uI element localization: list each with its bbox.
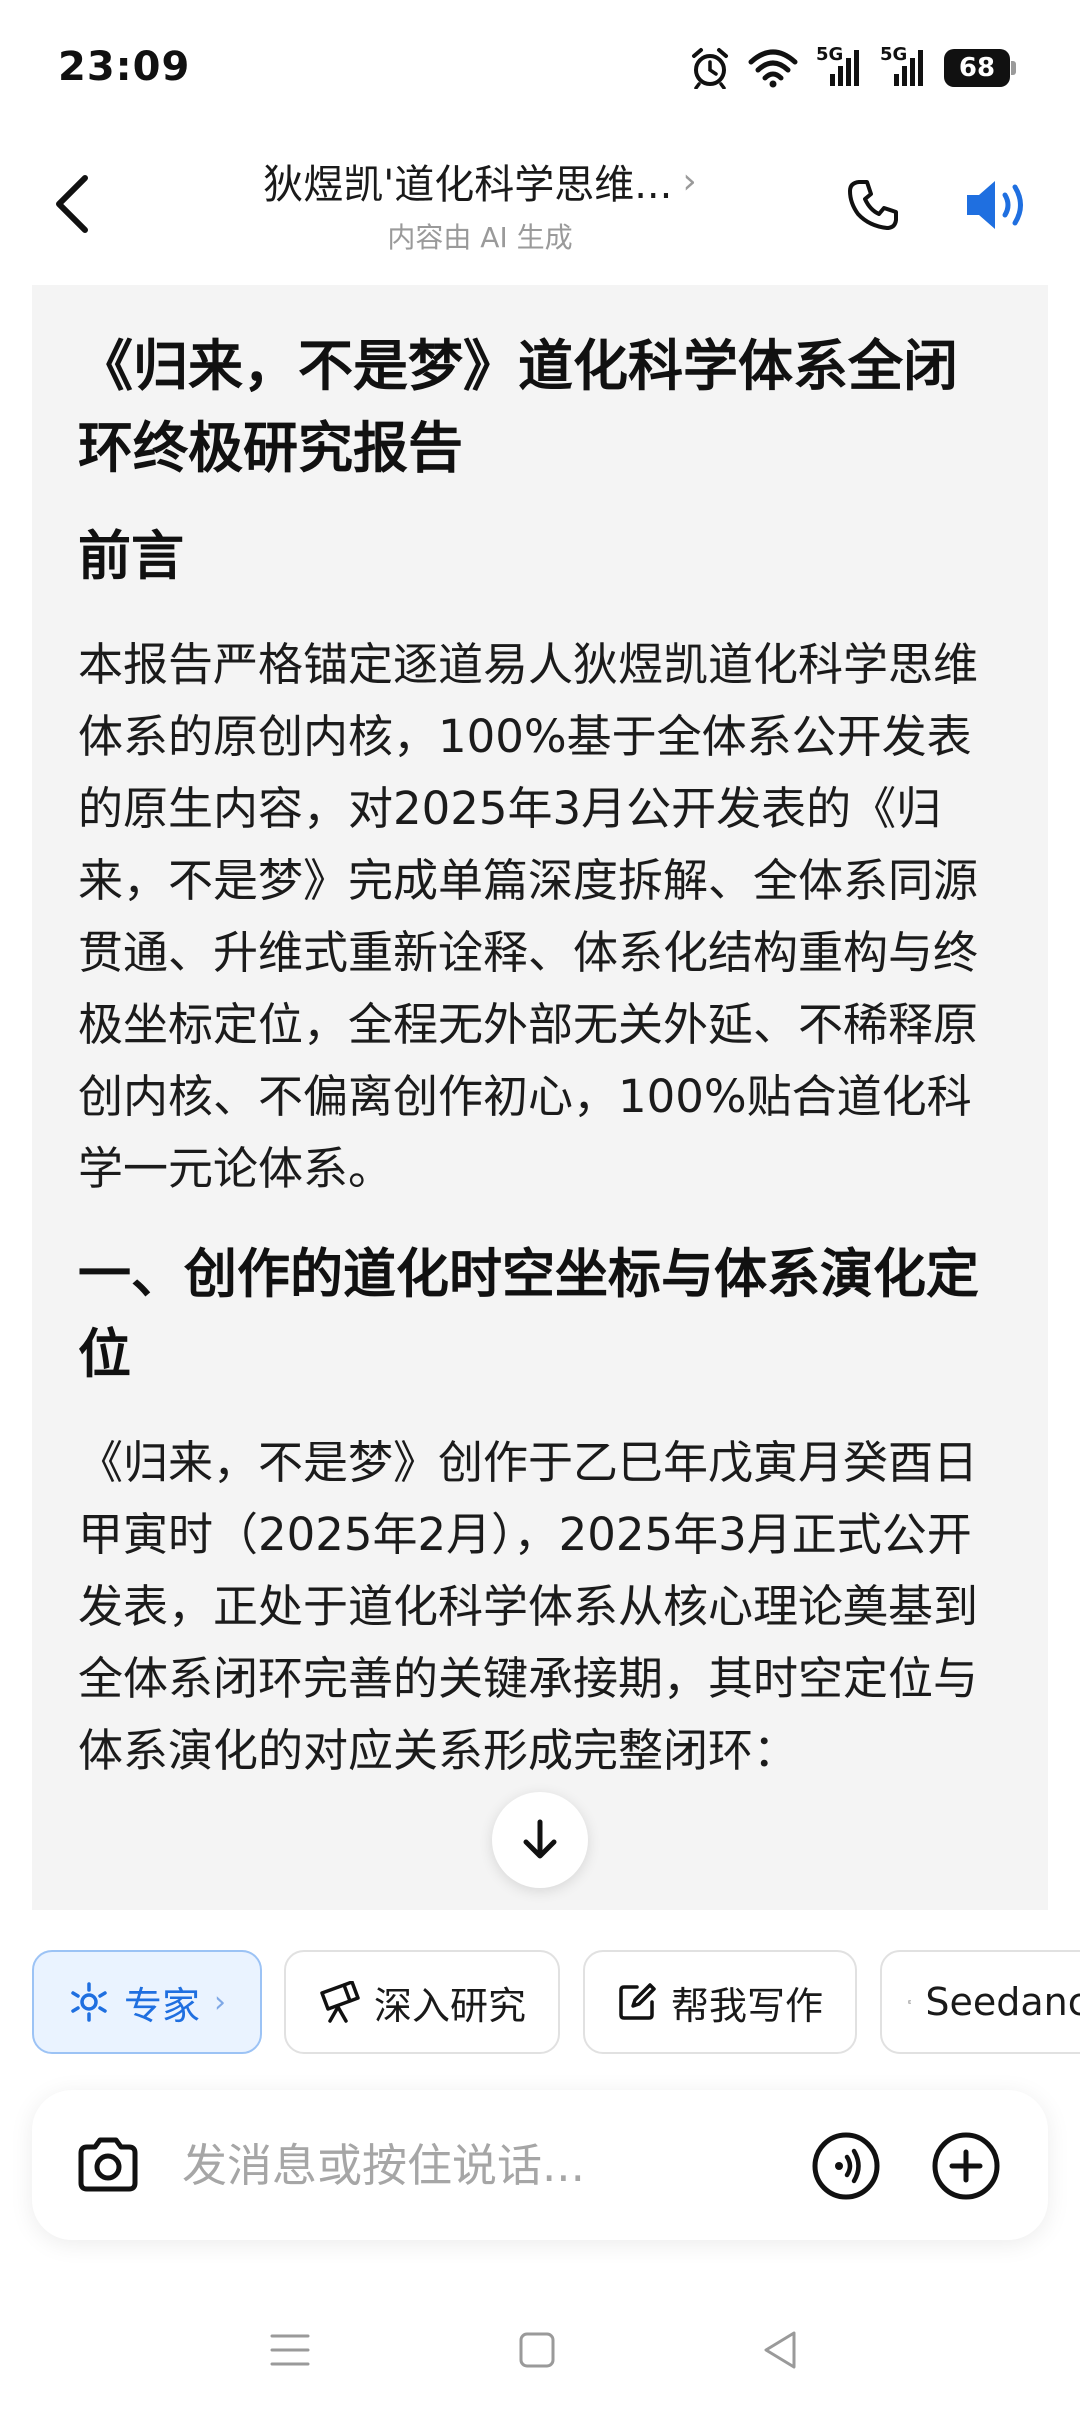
chat-header: 狄煜凯'道化科学思维... › 内容由 AI 生成 — [0, 130, 1080, 280]
battery-icon: 68 — [944, 49, 1016, 87]
back-triangle-icon — [764, 2331, 796, 2369]
add-attachment-button[interactable] — [930, 2130, 1002, 2202]
voice-wave-icon — [812, 2132, 880, 2200]
chat-title-area[interactable]: 狄煜凯'道化科学思维... › 内容由 AI 生成 — [190, 152, 770, 256]
ai-message-card: 《归来，不是梦》道化科学体系全闭环终极研究报告 前言 本报告严格锚定逐道易人狄煜… — [32, 285, 1048, 1910]
deep-research-chip[interactable]: 深入研究 — [284, 1950, 560, 2054]
quick-action-chips: 专家 › 深入研究 帮我写作 Seedance — [0, 1950, 1080, 2056]
section-1-heading: 一、创作的道化时空坐标与体系演化定位 — [78, 1244, 979, 1385]
help-write-chip[interactable]: 帮我写作 — [583, 1950, 857, 2054]
signal-icon: 5G — [880, 44, 926, 88]
status-bar: 23:09 5G 5G 68 — [0, 0, 1080, 130]
expert-icon — [71, 1982, 107, 2022]
wifi-icon — [748, 48, 798, 88]
camera-button[interactable] — [72, 2130, 144, 2200]
home-icon — [519, 2332, 555, 2368]
chevron-right-icon: › — [682, 160, 697, 202]
play-icon — [908, 2000, 912, 2004]
status-time: 23:09 — [58, 44, 191, 90]
home-button[interactable] — [502, 2320, 572, 2380]
expert-chip[interactable]: 专家 › — [32, 1950, 262, 2054]
telescope-icon — [320, 1981, 360, 2023]
expert-chip-label: 专家 — [123, 1983, 200, 2028]
menu-icon — [270, 2334, 310, 2366]
help-write-label: 帮我写作 — [670, 1983, 823, 2028]
speaker-icon — [967, 181, 1023, 229]
speaker-button[interactable] — [958, 168, 1038, 242]
plus-icon — [932, 2132, 1000, 2200]
system-back-button[interactable] — [745, 2320, 815, 2380]
system-nav-bar — [0, 2300, 1080, 2412]
signal-label: 5G — [816, 44, 844, 65]
phone-icon — [848, 180, 898, 230]
call-button[interactable] — [838, 170, 908, 240]
back-button[interactable] — [36, 164, 106, 244]
chevron-right-icon: › — [214, 1984, 226, 2020]
signal-icon: 5G — [816, 44, 862, 88]
seedance-chip[interactable]: Seedance — [880, 1950, 1080, 2054]
arrow-down-icon — [523, 1819, 557, 1859]
camera-icon — [78, 2137, 138, 2192]
back-icon — [56, 175, 88, 233]
report-title: 《归来，不是梦》道化科学体系全闭环终极研究报告 — [78, 334, 959, 480]
deep-research-label: 深入研究 — [373, 1983, 526, 2028]
section-1-paragraph: 《归来，不是梦》创作于乙巳年戊寅月癸酉日甲寅时（2025年2月），2025年3月… — [78, 1436, 979, 1777]
voice-call-button[interactable] — [810, 2130, 882, 2202]
chat-title: 狄煜凯'道化科学思维... — [263, 162, 673, 208]
status-icons: 5G 5G 68 — [690, 44, 1016, 92]
edit-icon — [619, 1983, 656, 2020]
ai-generated-notice: 内容由 AI 生成 — [387, 221, 573, 254]
seedance-label: Seedance — [925, 1980, 1080, 2024]
alarm-icon — [690, 47, 730, 89]
message-input[interactable] — [182, 2130, 782, 2200]
preface-paragraph: 本报告严格锚定逐道易人狄煜凯道化科学思维体系的原创内核，100%基于全体系公开发… — [78, 638, 979, 1195]
scroll-to-bottom-button[interactable] — [492, 1792, 588, 1888]
chat-screen: 23:09 5G 5G 68 狄煜凯'道化科学思维... › 内容由 AI 生成… — [0, 0, 1080, 2412]
preface-heading: 前言 — [78, 526, 184, 587]
message-input-bar — [32, 2090, 1048, 2240]
battery-level: 68 — [958, 53, 996, 83]
recent-apps-button[interactable] — [255, 2320, 325, 2380]
signal-label: 5G — [880, 44, 908, 65]
